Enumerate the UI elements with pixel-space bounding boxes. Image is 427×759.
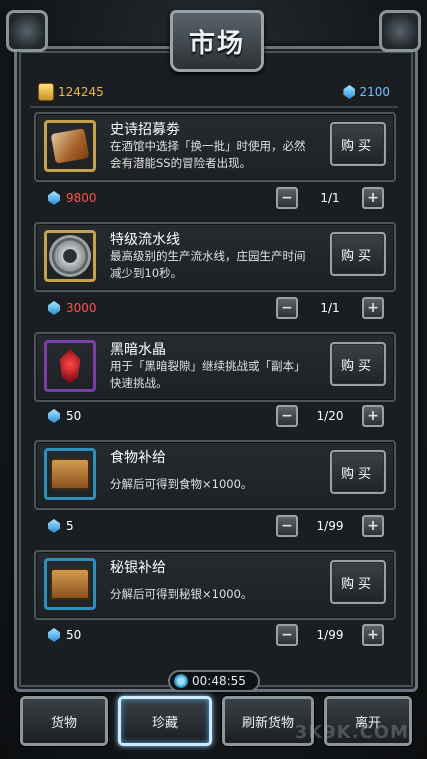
page-title: 市场 — [188, 28, 245, 59]
gem-icon — [48, 628, 60, 642]
refresh-timer: 00:48:55 — [168, 670, 260, 692]
increase-button[interactable]: + — [362, 187, 384, 209]
chest-icon — [50, 458, 90, 490]
quantity-stepper: − 1/99 + — [276, 623, 384, 647]
quantity-stepper: − 1/1 + — [276, 296, 384, 320]
shop-item-mithril-supply: 秘银补给 分解后可得到秘银×1000。 购买 — [34, 550, 396, 620]
item-name: 秘银补给 — [110, 560, 166, 576]
item-description: 分解后可得到食物×1000。 — [110, 477, 253, 491]
price-row: 50 − 1/20 + — [48, 402, 384, 430]
scroll-icon — [50, 128, 90, 164]
item-name: 黑暗水晶 — [110, 342, 166, 358]
shop-item-food-supply: 食物补给 分解后可得到食物×1000。 购买 — [34, 440, 396, 510]
gem-amount: 2100 — [359, 85, 390, 99]
clock-icon — [174, 674, 188, 688]
item-icon-frame — [44, 340, 96, 392]
buy-button[interactable]: 购买 — [330, 560, 386, 604]
frame-ornament-left — [6, 10, 48, 52]
treasure-button[interactable]: 珍藏 — [118, 696, 212, 746]
gem-icon — [343, 85, 356, 99]
gem-icon — [48, 301, 60, 315]
increase-button[interactable]: + — [362, 297, 384, 319]
item-price: 50 — [66, 409, 82, 423]
gem-icon — [48, 191, 60, 205]
gem-counter: 2100 — [343, 85, 390, 99]
goods-button[interactable]: 货物 — [20, 696, 108, 746]
divider — [30, 106, 398, 108]
price-row: 50 − 1/99 + — [48, 621, 384, 649]
chest-icon — [50, 568, 90, 600]
item-icon-frame — [44, 448, 96, 500]
item-icon-frame — [44, 120, 96, 172]
quantity-value: 1/99 — [316, 519, 344, 533]
watermark: 3K9K.COM — [294, 722, 409, 743]
shop-item-production-line: 特级流水线 最高级别的生产流水线，庄园生产时间减少到10秒。 购买 — [34, 222, 396, 292]
crystal-icon — [59, 349, 81, 383]
gold-coin-icon — [38, 83, 54, 101]
shop-item-dark-crystal: 黑暗水晶 用于「黑暗裂隙」继续挑战或「副本」快速挑战。 购买 — [34, 332, 396, 402]
price-row: 9800 − 1/1 + — [48, 184, 384, 212]
item-price: 50 — [66, 628, 82, 642]
quantity-value: 1/99 — [316, 628, 344, 642]
timer-value: 00:48:55 — [192, 674, 246, 688]
buy-button[interactable]: 购买 — [330, 342, 386, 386]
quantity-stepper: − 1/99 + — [276, 514, 384, 538]
quantity-value: 1/1 — [320, 191, 340, 205]
item-name: 特级流水线 — [110, 232, 180, 248]
gold-amount: 124245 — [58, 85, 104, 99]
gem-icon — [48, 409, 60, 423]
item-description: 分解后可得到秘银×1000。 — [110, 587, 253, 601]
item-description: 在酒馆中选择「换一批」时使用，必然会有潜能SS的冒险者出现。 — [110, 139, 306, 170]
decrease-button[interactable]: − — [276, 624, 298, 646]
price-row: 3000 − 1/1 + — [48, 294, 384, 322]
currency-bar: 124245 2100 — [38, 80, 390, 104]
title-plate: 市场 — [170, 10, 264, 72]
gear-icon — [52, 238, 88, 274]
item-description: 最高级别的生产流水线，庄园生产时间减少到10秒。 — [110, 249, 306, 280]
item-icon-frame — [44, 230, 96, 282]
item-name: 食物补给 — [110, 450, 166, 466]
buy-button[interactable]: 购买 — [330, 450, 386, 494]
increase-button[interactable]: + — [362, 624, 384, 646]
item-icon-frame — [44, 558, 96, 610]
quantity-value: 1/20 — [316, 409, 344, 423]
item-price: 9800 — [66, 191, 97, 205]
gem-icon — [48, 519, 60, 533]
increase-button[interactable]: + — [362, 515, 384, 537]
decrease-button[interactable]: − — [276, 187, 298, 209]
shop-item-epic-recruit-ticket: 史诗招募劵 在酒馆中选择「换一批」时使用，必然会有潜能SS的冒险者出现。 购买 — [34, 112, 396, 182]
item-description: 用于「黑暗裂隙」继续挑战或「副本」快速挑战。 — [110, 359, 306, 390]
quantity-stepper: − 1/1 + — [276, 186, 384, 210]
decrease-button[interactable]: − — [276, 405, 298, 427]
increase-button[interactable]: + — [362, 405, 384, 427]
quantity-stepper: − 1/20 + — [276, 404, 384, 428]
buy-button[interactable]: 购买 — [330, 232, 386, 276]
decrease-button[interactable]: − — [276, 515, 298, 537]
buy-button[interactable]: 购买 — [330, 122, 386, 166]
quantity-value: 1/1 — [320, 301, 340, 315]
decrease-button[interactable]: − — [276, 297, 298, 319]
item-name: 史诗招募劵 — [110, 122, 180, 138]
gold-counter: 124245 — [38, 83, 104, 101]
frame-ornament-right — [379, 10, 421, 52]
item-price: 5 — [66, 519, 74, 533]
item-price: 3000 — [66, 301, 97, 315]
price-row: 5 − 1/99 + — [48, 512, 384, 540]
